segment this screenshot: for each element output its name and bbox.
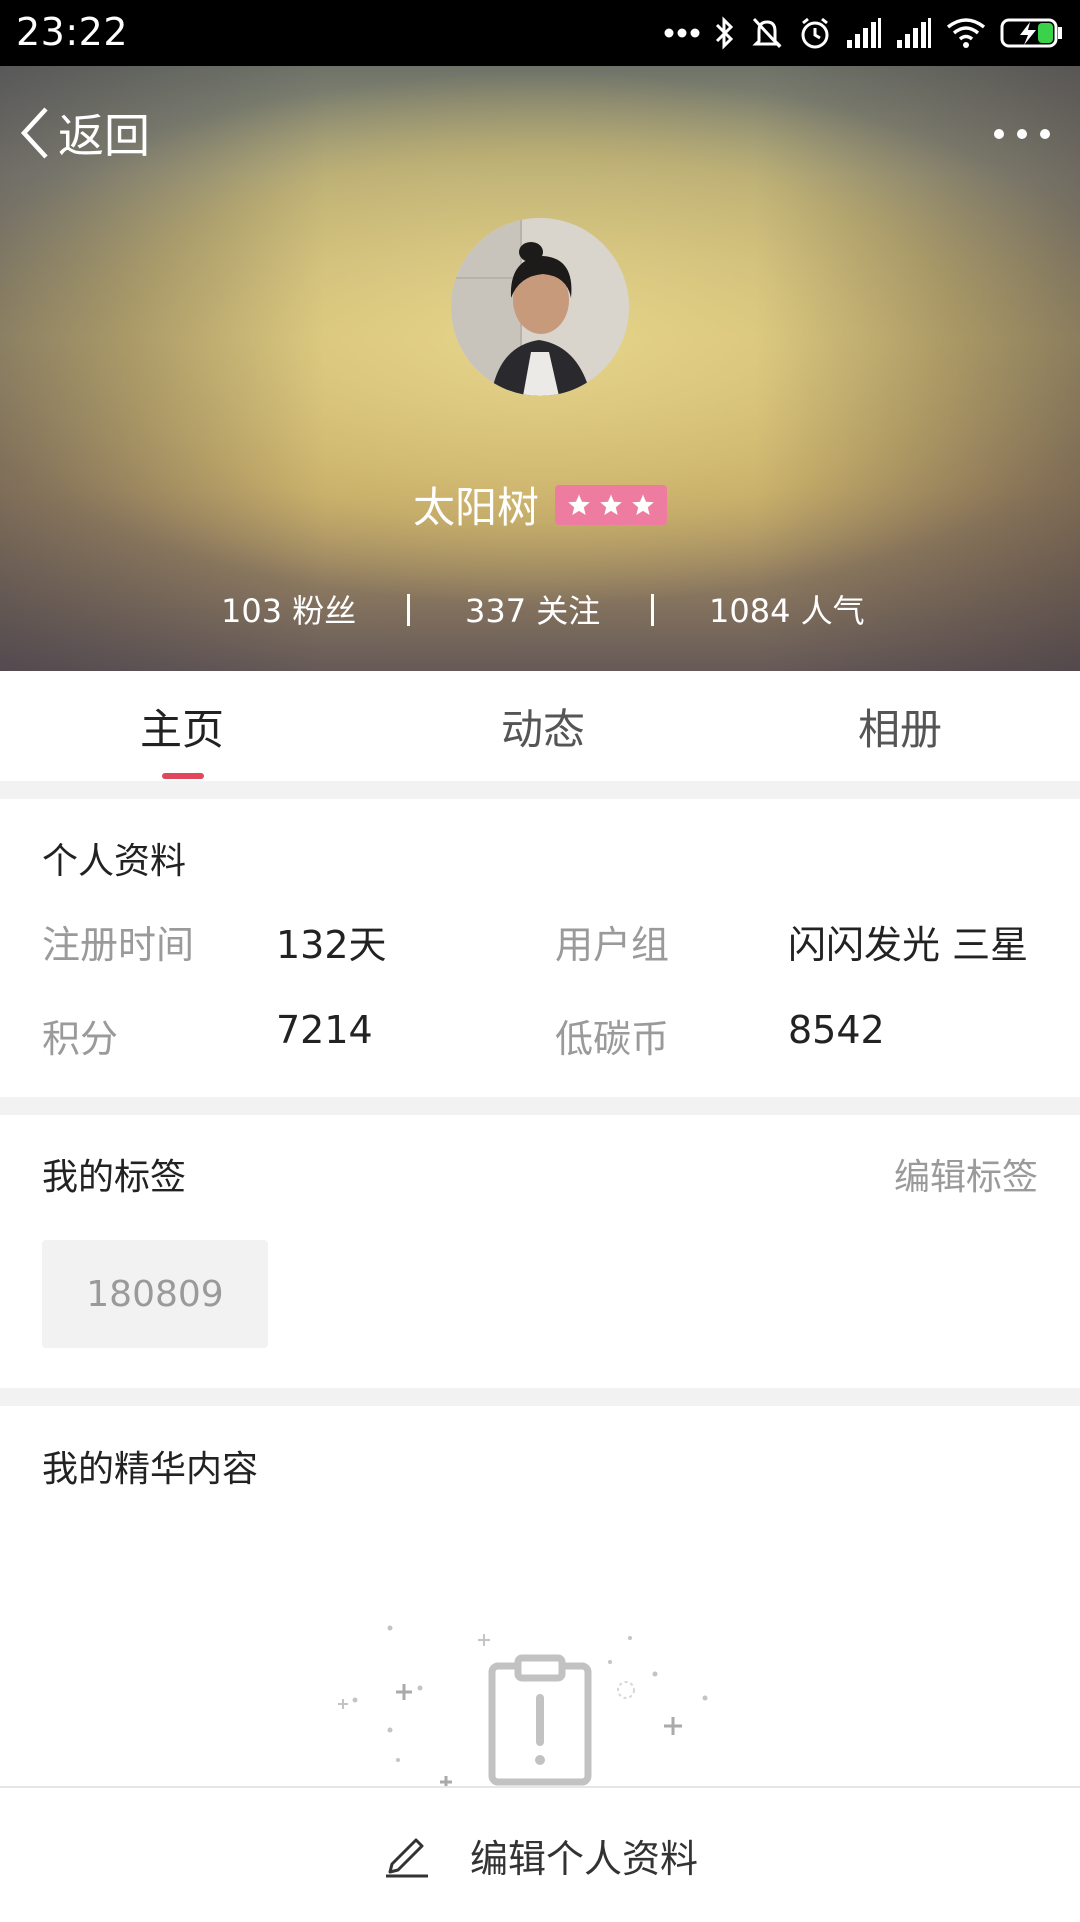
edit-tags-button[interactable]: 编辑标签 (894, 1148, 1038, 1200)
signal-icon-1 (847, 18, 881, 48)
status-time: 23:22 (16, 10, 129, 54)
bluetooth-icon (715, 16, 734, 50)
stat-divider (407, 594, 410, 626)
status-bar: 23:22 (0, 0, 1080, 66)
battery-icon (1000, 18, 1062, 48)
coins-label: 低碳币 (555, 1017, 670, 1061)
edit-profile-label: 编辑个人资料 (469, 1836, 698, 1881)
star-icon (632, 494, 654, 515)
status-icons (664, 12, 1064, 54)
coins-value: 8542 (788, 1008, 885, 1052)
more-dot-icon (994, 129, 1004, 139)
avatar-photo (451, 218, 629, 396)
featured-title: 我的精华内容 (42, 1449, 259, 1490)
mute-icon (752, 17, 782, 49)
active-tab-indicator (162, 773, 204, 779)
stat-divider (651, 594, 654, 626)
signal-icon-2 (897, 18, 931, 48)
chevron-left-icon (20, 107, 48, 159)
section-divider (0, 1388, 1080, 1406)
more-dot-icon (1017, 129, 1027, 139)
signature: 签名: 我想虚度时光。 (385, 668, 695, 706)
user-group-label: 用户组 (555, 923, 670, 967)
alarm-icon (801, 17, 829, 49)
avatar[interactable] (451, 218, 629, 396)
empty-clipboard-icon (338, 1625, 708, 1788)
more-dot-icon (1040, 129, 1050, 139)
star-icon (600, 494, 622, 515)
tag-chip[interactable]: 180809 (42, 1240, 268, 1348)
back-button[interactable]: 返回 (18, 98, 150, 168)
level-badge (555, 484, 667, 525)
following-stat[interactable]: 337 关注 (465, 586, 600, 632)
tags-title: 我的标签 (42, 1157, 187, 1198)
personal-info-title: 个人资料 (42, 841, 187, 882)
followers-stat[interactable]: 103 粉丝 (221, 586, 356, 632)
user-name: 太阳树 (412, 483, 539, 532)
popularity-stat[interactable]: 1084 人气 (709, 586, 865, 632)
section-divider (0, 1097, 1080, 1115)
star-icon (568, 494, 590, 515)
edit-profile-button[interactable]: 编辑个人资料 (0, 1786, 1080, 1922)
more-options-button[interactable] (994, 121, 1050, 147)
more-notifications-icon (664, 28, 700, 38)
register-time-label: 注册时间 (42, 923, 195, 967)
wifi-icon (946, 18, 986, 48)
points-label: 积分 (42, 1017, 119, 1061)
name-row: 太阳树 (0, 474, 1080, 535)
register-time-value: 132天 (276, 923, 387, 967)
section-divider (0, 781, 1080, 799)
profile-header: 返回 太阳树 103 粉丝 337 关注 1084 人气 签名: 我想虚度时光。 (0, 66, 1080, 706)
user-group-value: 闪闪发光 三星 (788, 923, 1029, 967)
pencil-icon (385, 1838, 428, 1878)
stats-row: 103 粉丝 337 关注 1084 人气 (0, 586, 1080, 636)
points-value: 7214 (276, 1008, 373, 1052)
back-label: 返回 (58, 109, 150, 163)
